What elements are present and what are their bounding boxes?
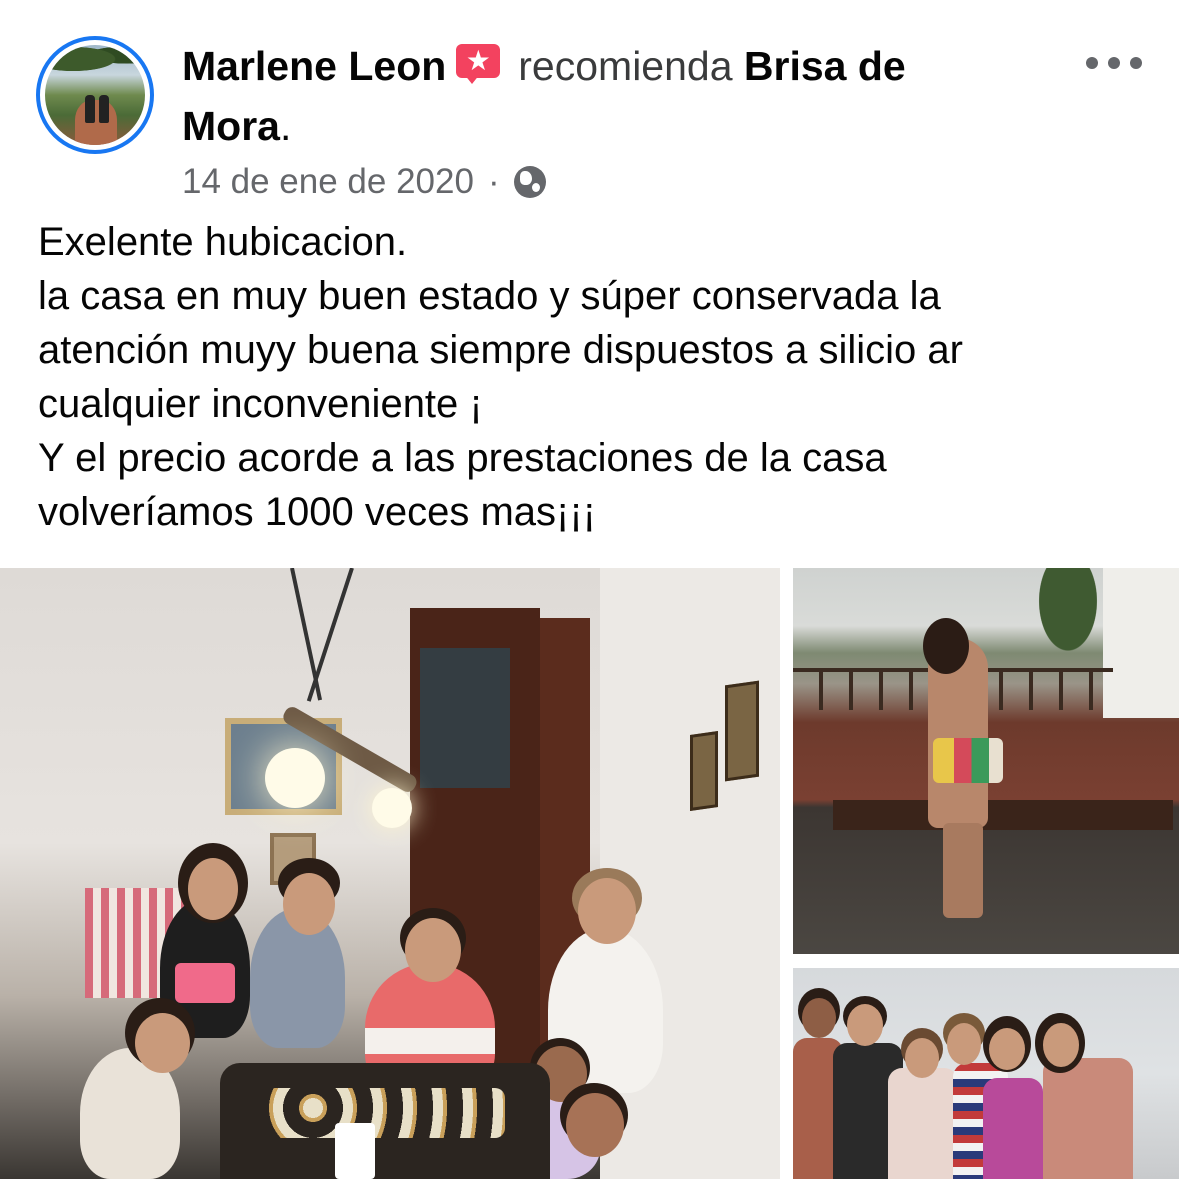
- body-line: volveríamos 1000 veces mas¡¡¡: [38, 490, 596, 534]
- terrace-photo[interactable]: [793, 568, 1179, 954]
- page-name-link-line2[interactable]: Mora: [182, 103, 280, 149]
- author-avatar[interactable]: [36, 36, 154, 154]
- body-line: la casa en muy buen estado y súper conse…: [38, 274, 941, 318]
- page-name-link[interactable]: Brisa de: [744, 43, 906, 89]
- meta-separator: ·: [487, 162, 500, 201]
- header-period: .: [279, 103, 292, 149]
- post-timestamp[interactable]: 14 de ene de 2020: [182, 160, 474, 204]
- post-meta: 14 de ene de 2020 ·: [182, 160, 546, 204]
- post-body: Exelente hubicacion. la casa en muy buen…: [38, 215, 1148, 539]
- body-line: Y el precio acorde a las prestaciones de…: [38, 436, 887, 480]
- avatar-image: [45, 45, 145, 145]
- body-line: cualquier inconveniente ¡: [38, 382, 483, 426]
- author-name[interactable]: Marlene Leon: [182, 43, 446, 89]
- body-line: Exelente hubicacion.: [38, 220, 408, 264]
- body-line: atención muyy buena siempre dispuestos a…: [38, 328, 963, 372]
- recommend-verb: recomienda: [518, 43, 733, 89]
- recommend-star-icon: ★: [456, 44, 501, 84]
- beach-group-photo[interactable]: [793, 968, 1179, 1179]
- group-dinner-photo[interactable]: [0, 568, 780, 1179]
- more-options-icon[interactable]: [1086, 48, 1142, 78]
- globe-icon[interactable]: [513, 166, 546, 198]
- post-header: Marlene Leon ★ recomienda Brisa de Mora.: [182, 36, 1062, 156]
